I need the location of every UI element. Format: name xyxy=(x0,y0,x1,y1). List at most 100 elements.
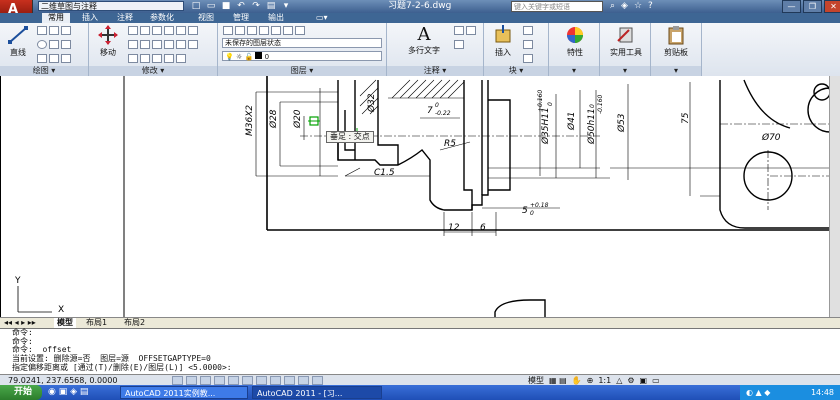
tab-layout2[interactable]: 布局2 xyxy=(124,318,145,328)
erase-icon[interactable] xyxy=(152,26,162,35)
rotate-icon[interactable] xyxy=(128,26,138,35)
move-button[interactable]: 移动 xyxy=(93,25,123,58)
workspace-dropdown[interactable]: 二维草图与注释 xyxy=(38,1,184,11)
open-folder-icon[interactable]: ▭ xyxy=(205,1,217,12)
layer-properties-icon[interactable] xyxy=(223,26,233,35)
layout-nav-icons[interactable]: ◂◂ ◂ ▸ ▸▸ xyxy=(4,318,36,328)
infer-constraints-toggle[interactable] xyxy=(172,376,183,385)
minimize-button[interactable]: — xyxy=(782,0,801,13)
mtext-button[interactable]: A 多行文字 xyxy=(401,25,447,56)
communication-center-icon[interactable]: ◈ xyxy=(621,0,628,13)
tab-output[interactable]: 输出 xyxy=(268,13,284,23)
tray-icons[interactable]: ◐ ▲ ◆ xyxy=(746,388,770,397)
ortho-toggle[interactable] xyxy=(214,376,225,385)
layer-off-icon[interactable] xyxy=(283,26,293,35)
tab-parametric[interactable]: 参数化 xyxy=(150,13,174,23)
explode-icon[interactable] xyxy=(164,26,174,35)
fillet-icon[interactable] xyxy=(152,40,162,49)
align-icon[interactable] xyxy=(164,54,174,63)
stretch-icon[interactable] xyxy=(176,40,186,49)
object-snap-toggle[interactable] xyxy=(242,376,253,385)
panel-modify-title[interactable]: 修改 ▾ xyxy=(89,66,217,76)
favorites-star-icon[interactable]: ☆ xyxy=(634,0,642,13)
ducs-toggle[interactable] xyxy=(270,376,281,385)
save-icon[interactable]: ■ xyxy=(220,1,232,12)
block-attribute-icon[interactable] xyxy=(523,54,533,63)
snap-tracking-toggle[interactable] xyxy=(256,376,267,385)
tab-manage[interactable]: 管理 xyxy=(233,13,249,23)
properties-button[interactable]: 特性 xyxy=(555,25,595,58)
hatch-icon[interactable] xyxy=(49,40,59,49)
copy-icon[interactable] xyxy=(128,40,138,49)
layer-state-dropdown[interactable]: 未保存的图层状态 xyxy=(222,38,382,48)
panel-layers-title[interactable]: 图层 ▾ xyxy=(218,66,386,76)
clipboard-button[interactable]: 剪贴板 xyxy=(654,25,698,58)
plot-icon[interactable]: ▤ xyxy=(265,1,277,12)
leader-icon[interactable] xyxy=(466,26,476,35)
tab-annotate[interactable]: 注释 xyxy=(117,13,133,23)
edit-block-icon[interactable] xyxy=(523,40,533,49)
panel-block-title[interactable]: 块 ▾ xyxy=(484,66,548,76)
polyline-icon[interactable] xyxy=(37,26,47,35)
utilities-panel-expander[interactable]: ▾ xyxy=(600,66,650,76)
panel-annotation-title[interactable]: 注释 ▾ xyxy=(387,66,483,76)
snap-toggle[interactable] xyxy=(186,376,197,385)
tab-layout1[interactable]: 布局1 xyxy=(86,318,107,328)
command-window[interactable]: 命令: 命令: 命令: offset 当前设置: 删除源=否 图层=源 OFFS… xyxy=(0,328,840,375)
properties-panel-expander[interactable]: ▾ xyxy=(549,66,599,76)
join-icon[interactable] xyxy=(152,54,162,63)
layer-match-icon[interactable] xyxy=(235,26,245,35)
vertical-scrollbar[interactable] xyxy=(829,76,840,317)
clipboard-panel-expander[interactable]: ▾ xyxy=(651,66,701,76)
tab-insert[interactable]: 插入 xyxy=(82,13,98,23)
create-block-icon[interactable] xyxy=(523,26,533,35)
ribbon-minimize-icon[interactable]: ▭▾ xyxy=(316,13,328,23)
array-icon[interactable] xyxy=(188,26,198,35)
quick-properties-toggle[interactable] xyxy=(312,376,323,385)
layer-freeze-icon[interactable] xyxy=(271,26,281,35)
drawing-canvas[interactable]: M36X2 Ø28 Ø20 Ø32 7 0 -0.22 R5 C1.5 Ø35H… xyxy=(0,76,840,317)
tab-model[interactable]: 模型 xyxy=(54,318,76,328)
restore-button[interactable]: ❐ xyxy=(803,0,822,13)
panel-draw-title[interactable]: 绘图 ▾ xyxy=(0,66,88,76)
close-button[interactable]: ✕ xyxy=(824,0,840,13)
quick-launch-icons[interactable]: ◉ ▣ ◈ ▤ xyxy=(48,387,88,397)
taskbar-item-autocad[interactable]: AutoCAD 2011 - [习... xyxy=(252,386,382,399)
insert-block-button[interactable]: 插入 xyxy=(488,25,518,58)
start-button[interactable]: 开始 xyxy=(0,385,42,400)
edit-icon[interactable] xyxy=(176,54,186,63)
rectangle-icon[interactable] xyxy=(49,26,59,35)
dynamic-input-toggle[interactable] xyxy=(284,376,295,385)
new-file-icon[interactable]: □ xyxy=(190,1,202,12)
layer-lock-icon[interactable] xyxy=(295,26,305,35)
current-layer-dropdown[interactable]: 💡 ☼ 🔓 0 xyxy=(222,51,382,61)
redo-icon[interactable]: ↷ xyxy=(250,1,262,12)
offset-icon[interactable] xyxy=(176,26,186,35)
grid-toggle[interactable] xyxy=(200,376,211,385)
layer-previous-icon[interactable] xyxy=(247,26,257,35)
point-icon[interactable] xyxy=(61,54,71,63)
qat-dropdown-icon[interactable]: ▾ xyxy=(280,1,292,12)
search-icon[interactable]: ⌕ xyxy=(610,0,615,13)
help-icon[interactable]: ? xyxy=(648,0,653,13)
dimension-icon[interactable] xyxy=(454,26,464,35)
layer-isolate-icon[interactable] xyxy=(259,26,269,35)
scale-icon[interactable] xyxy=(188,40,198,49)
lineweight-toggle[interactable] xyxy=(298,376,309,385)
break-icon[interactable] xyxy=(140,54,150,63)
table-icon[interactable] xyxy=(454,40,464,49)
undo-icon[interactable]: ↶ xyxy=(235,1,247,12)
tab-view[interactable]: 视图 xyxy=(198,13,214,23)
chamfer-icon[interactable] xyxy=(164,40,174,49)
draw-more-icon[interactable] xyxy=(61,26,71,35)
command-prompt[interactable]: 指定偏移距离或 [通过(T)/删除(E)/图层(L)] <5.0000>: xyxy=(0,363,840,373)
lengthen-icon[interactable] xyxy=(128,54,138,63)
circle-icon[interactable] xyxy=(37,40,47,49)
utilities-button[interactable]: 实用工具 xyxy=(603,25,649,58)
trim-icon[interactable] xyxy=(140,26,150,35)
spline-icon[interactable] xyxy=(49,54,59,63)
line-button[interactable]: 直线 xyxy=(4,25,32,58)
polar-toggle[interactable] xyxy=(228,376,239,385)
region-icon[interactable] xyxy=(61,40,71,49)
search-input[interactable]: 键入关键字或短语 xyxy=(511,1,603,12)
